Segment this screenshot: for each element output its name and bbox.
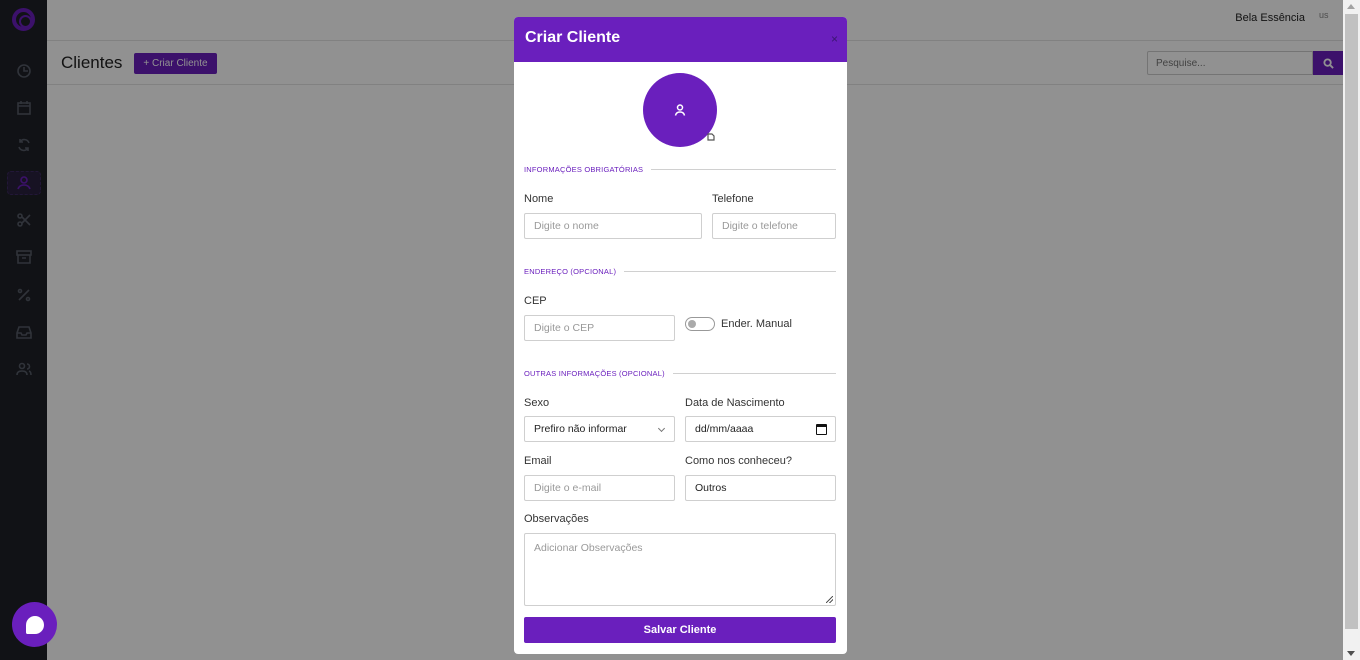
source-label: Como nos conheceu?: [685, 455, 793, 467]
birth-label: Data de Nascimento: [685, 397, 785, 409]
phone-input[interactable]: Digite o telefone: [712, 213, 836, 239]
section-required: INFORMAÇÕES OBRIGATÓRIAS: [524, 165, 836, 174]
cep-input[interactable]: Digite o CEP: [524, 315, 675, 341]
notes-label: Observações: [524, 513, 589, 525]
manual-address-toggle[interactable]: [685, 317, 715, 331]
name-label: Nome: [524, 193, 554, 205]
chat-button[interactable]: [12, 602, 57, 647]
scroll-thumb[interactable]: [1345, 14, 1358, 629]
save-client-button[interactable]: Salvar Cliente: [524, 617, 836, 643]
gender-select[interactable]: Prefiro não informar: [524, 416, 675, 442]
email-label: Email: [524, 455, 552, 467]
chevron-down-icon: [657, 424, 666, 433]
notes-placeholder: Adicionar Observações: [534, 542, 643, 554]
section-other: OUTRAS INFORMAÇÕES (OPCIONAL): [524, 369, 836, 378]
birth-value: dd/mm/aaaa: [695, 423, 754, 435]
calendar-icon[interactable]: [816, 424, 827, 435]
manual-address-label: Ender. Manual: [721, 318, 792, 330]
email-input[interactable]: Digite o e-mail: [524, 475, 675, 501]
name-input[interactable]: Digite o nome: [524, 213, 702, 239]
phone-label: Telefone: [712, 193, 754, 205]
upload-photo-icon[interactable]: [706, 132, 716, 142]
user-icon: [674, 104, 686, 116]
source-input[interactable]: Outros: [685, 475, 836, 501]
close-button[interactable]: ×: [831, 32, 838, 46]
modal-header: Criar Cliente ×: [514, 17, 847, 62]
modal-title: Criar Cliente: [525, 29, 621, 46]
resize-handle[interactable]: [826, 596, 833, 603]
scrollbar[interactable]: [1343, 0, 1360, 660]
create-client-modal: Criar Cliente × INFORMAÇÕES OBRIGATÓRIAS…: [514, 17, 847, 654]
scroll-down-arrow[interactable]: [1347, 651, 1355, 656]
birth-date-input[interactable]: dd/mm/aaaa: [685, 416, 836, 442]
scroll-up-arrow[interactable]: [1347, 4, 1355, 9]
gender-label: Sexo: [524, 397, 550, 409]
section-address: ENDEREÇO (OPCIONAL): [524, 267, 836, 276]
gender-value: Prefiro não informar: [534, 423, 627, 435]
notes-textarea[interactable]: Adicionar Observações: [524, 533, 836, 606]
cep-label: CEP: [524, 295, 547, 307]
